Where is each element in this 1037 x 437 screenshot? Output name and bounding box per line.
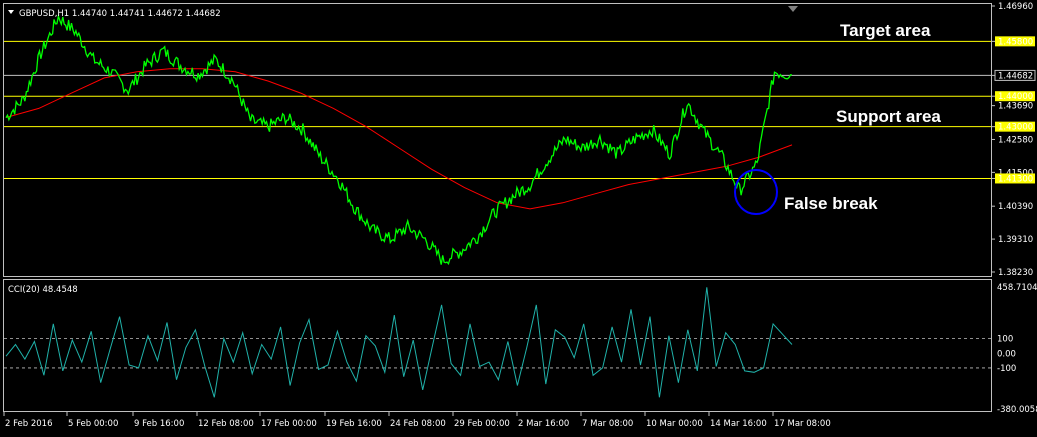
time-tick-label: 9 Feb 16:00 — [134, 419, 184, 429]
trading-chart[interactable]: 1.469601.458001.446821.440001.436901.430… — [0, 0, 1037, 437]
cci-tick-label: -380.0058 — [997, 405, 1037, 415]
price-tick-label: 1.38230 — [998, 268, 1033, 278]
price-tick-label: 1.42580 — [998, 135, 1033, 145]
price-tick-label: 1.39310 — [998, 235, 1033, 245]
cci-tick-label: 100 — [997, 335, 1013, 345]
cci-tick-label: -100 — [997, 364, 1016, 374]
cci-axis: 458.7104 100 0.00 -100 -380.0058 — [997, 283, 1037, 415]
symbol-info: GBPUSD,H1 1.44740 1.44741 1.44672 1.4468… — [19, 9, 221, 19]
time-tick-label: 7 Mar 08:00 — [582, 419, 633, 429]
cci-tick-label: 0.00 — [997, 349, 1016, 359]
price-tick-label: 1.43690 — [998, 102, 1033, 112]
time-tick-label: 12 Feb 08:00 — [198, 419, 254, 429]
cci-levels — [4, 338, 991, 369]
price-tick-label: 1.43000 — [998, 123, 1033, 133]
shift-marker-icon[interactable] — [788, 6, 798, 12]
false-break-label: False break — [784, 194, 878, 213]
time-axis: 2 Feb 2016 5 Feb 00:00 9 Feb 16:00 12 Feb 0… — [3, 411, 831, 429]
price-tick-label: 1.40390 — [998, 202, 1033, 212]
time-tick-label: 2 Mar 16:00 — [518, 419, 569, 429]
time-tick-label: 5 Feb 00:00 — [68, 419, 118, 429]
time-tick-label: 19 Feb 16:00 — [326, 419, 382, 429]
cci-line — [5, 287, 793, 398]
target-area-label: Target area — [840, 21, 931, 40]
price-tick-label: 1.44682 — [998, 71, 1033, 81]
time-tick-label: 17 Feb 00:00 — [261, 419, 317, 429]
time-tick-label: 10 Mar 00:00 — [646, 419, 703, 429]
indicator-label: CCI(20) 48.4548 — [8, 285, 78, 295]
price-tick-label: 1.45800 — [998, 37, 1033, 47]
price-tick-label: 1.41300 — [998, 174, 1033, 184]
time-tick-label: 2 Feb 2016 — [5, 419, 53, 429]
time-tick-label: 17 Mar 08:00 — [774, 419, 831, 429]
time-tick-label: 14 Mar 16:00 — [710, 419, 767, 429]
cci-tick-label: 458.7104 — [997, 283, 1037, 293]
price-tick-label: 1.46960 — [998, 2, 1033, 12]
price-axis: 1.469601.458001.446821.440001.436901.430… — [991, 2, 1036, 278]
main-panel-frame — [3, 3, 992, 277]
chevron-down-icon[interactable] — [8, 10, 14, 14]
price-line — [5, 13, 793, 266]
support-area-label: Support area — [836, 107, 941, 126]
time-tick-label: 24 Feb 08:00 — [390, 419, 446, 429]
time-tick-label: 29 Feb 00:00 — [454, 419, 510, 429]
